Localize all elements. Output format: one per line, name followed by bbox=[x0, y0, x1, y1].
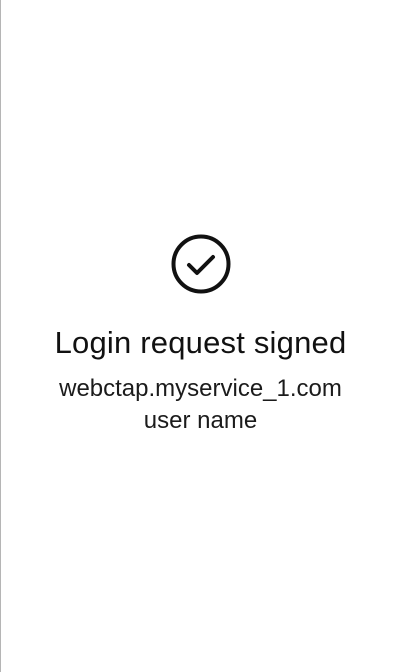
status-panel: Login request signed webctap.myservice_1… bbox=[1, 234, 400, 437]
user-name: user name bbox=[143, 407, 258, 434]
service-domain: webctap.myservice_1.com bbox=[59, 375, 342, 402]
screen: Login request signed webctap.myservice_1… bbox=[0, 0, 400, 672]
request-details: webctap.myservice_1.com user name bbox=[59, 373, 342, 437]
check-circle-icon bbox=[171, 234, 230, 294]
status-title: Login request signed bbox=[54, 325, 347, 360]
